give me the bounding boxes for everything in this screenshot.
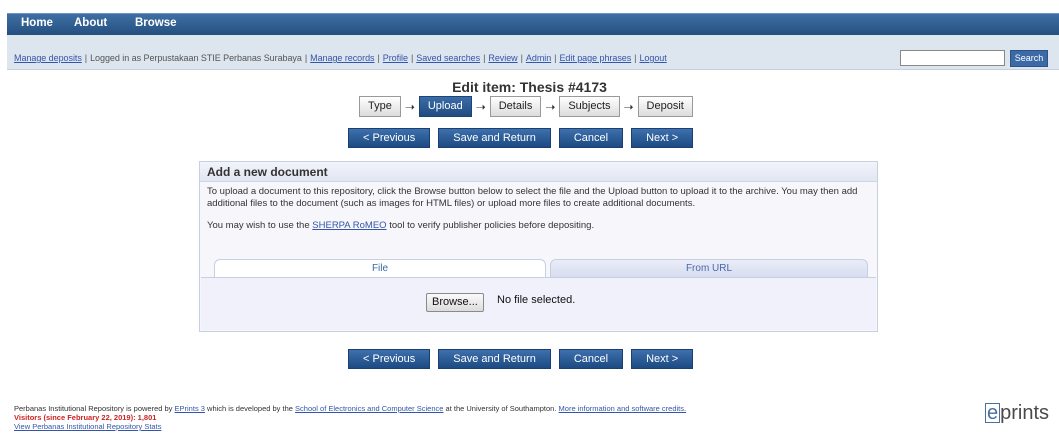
separator: | bbox=[520, 53, 523, 63]
arrow-right-icon: ➝ bbox=[623, 99, 634, 114]
credits-link[interactable]: More information and software credits. bbox=[559, 404, 687, 413]
footer-credits: Perbanas Institutional Repository is pow… bbox=[14, 404, 686, 413]
tab-file[interactable]: File bbox=[214, 259, 546, 277]
separator: | bbox=[483, 53, 486, 63]
browse-button[interactable]: Browse... bbox=[426, 293, 484, 312]
step-subjects[interactable]: Subjects bbox=[559, 96, 620, 117]
upload-instructions: To upload a document to this repository,… bbox=[207, 186, 858, 209]
panel-body: To upload a document to this repository,… bbox=[207, 186, 869, 232]
footer-text: at the University of Southampton. bbox=[445, 404, 557, 413]
profile-link[interactable]: Profile bbox=[383, 53, 408, 63]
sherpa-prefix: You may wish to use the bbox=[207, 220, 310, 231]
add-document-panel: Add a new document To upload a document … bbox=[199, 161, 878, 332]
cancel-button[interactable]: Cancel bbox=[558, 349, 624, 369]
separator: | bbox=[377, 53, 380, 63]
logged-in-text: Logged in as Perpustakaan STIE Perbanas … bbox=[90, 53, 302, 63]
user-tools: Manage deposits | Logged in as Perpustakaa… bbox=[14, 53, 667, 63]
sherpa-suffix: tool to verify publisher policies before… bbox=[389, 220, 595, 231]
tab-from-url[interactable]: From URL bbox=[550, 259, 868, 277]
nav-about-link[interactable]: About bbox=[74, 17, 107, 29]
separator: | bbox=[84, 53, 88, 63]
page-title: Edit item: Thesis #4173 bbox=[452, 79, 607, 95]
review-link[interactable]: Review bbox=[488, 53, 517, 63]
footer-text: which is developed by the bbox=[207, 404, 293, 413]
stats-link[interactable]: View Perbanas Institutional Repository S… bbox=[14, 422, 161, 431]
save-and-return-button[interactable]: Save and Return bbox=[438, 128, 551, 148]
footer-text: Perbanas Institutional Repository is pow… bbox=[14, 404, 173, 413]
panel-title: Add a new document bbox=[207, 165, 328, 179]
upload-tabs: File From URL bbox=[214, 259, 868, 277]
separator: | bbox=[304, 53, 308, 63]
file-status: No file selected. bbox=[497, 294, 576, 306]
manage-records-link[interactable]: Manage records bbox=[310, 53, 374, 63]
action-buttons-bottom: < Previous Save and Return Cancel Next > bbox=[348, 349, 694, 369]
workflow-steps: Type ➝ Upload ➝ Details ➝ Subjects ➝ Dep… bbox=[359, 96, 693, 117]
logout-link[interactable]: Logout bbox=[639, 53, 666, 63]
step-details[interactable]: Details bbox=[489, 96, 542, 117]
manage-deposits-link[interactable]: Manage deposits bbox=[14, 53, 82, 63]
saved-searches-link[interactable]: Saved searches bbox=[416, 53, 480, 63]
step-upload[interactable]: Upload bbox=[418, 96, 472, 117]
admin-link[interactable]: Admin bbox=[526, 53, 551, 63]
save-and-return-button[interactable]: Save and Return bbox=[438, 349, 551, 369]
logo-e: e bbox=[985, 402, 1001, 424]
school-link[interactable]: School of Electronics and Computer Scien… bbox=[295, 404, 443, 413]
previous-button[interactable]: < Previous bbox=[348, 349, 431, 369]
nav-browse-link[interactable]: Browse bbox=[135, 17, 177, 29]
eprints-link[interactable]: EPrints 3 bbox=[175, 404, 205, 413]
panel-header: Add a new document bbox=[200, 162, 877, 182]
search-input[interactable] bbox=[900, 50, 1005, 66]
sherpa-note: You may wish to use the SHERPA RoMEO too… bbox=[207, 220, 869, 232]
top-navigation: Home About Browse bbox=[7, 13, 1059, 35]
edit-page-phrases-link[interactable]: Edit page phrases bbox=[559, 53, 631, 63]
next-button[interactable]: Next > bbox=[631, 349, 694, 369]
cancel-button[interactable]: Cancel bbox=[558, 128, 624, 148]
arrow-right-icon: ➝ bbox=[475, 99, 486, 114]
action-buttons-top: < Previous Save and Return Cancel Next > bbox=[348, 128, 694, 148]
nav-home-link[interactable]: Home bbox=[21, 17, 53, 29]
arrow-right-icon: ➝ bbox=[545, 99, 556, 114]
search-button[interactable]: Search bbox=[1010, 50, 1048, 67]
arrow-right-icon: ➝ bbox=[404, 99, 415, 114]
eprints-logo[interactable]: e prints bbox=[985, 402, 1049, 425]
next-button[interactable]: Next > bbox=[631, 128, 694, 148]
separator: | bbox=[634, 53, 637, 63]
separator: | bbox=[554, 53, 557, 63]
logo-text: prints bbox=[1000, 402, 1050, 424]
step-type[interactable]: Type bbox=[359, 96, 401, 117]
step-deposit[interactable]: Deposit bbox=[637, 96, 693, 117]
visitor-count: Visitors (since February 22, 2019): 1,80… bbox=[14, 413, 157, 422]
previous-button[interactable]: < Previous bbox=[348, 128, 431, 148]
sherpa-romeo-link[interactable]: SHERPA RoMEO bbox=[312, 220, 386, 231]
footer: Perbanas Institutional Repository is pow… bbox=[14, 404, 686, 431]
separator: | bbox=[410, 53, 414, 63]
